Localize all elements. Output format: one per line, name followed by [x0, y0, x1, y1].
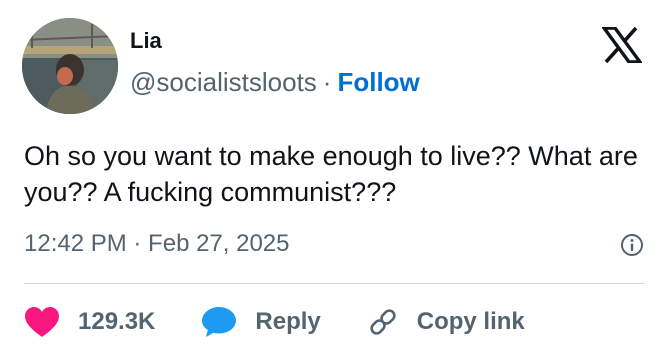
follow-button[interactable]: Follow	[337, 67, 419, 97]
copy-link-label: Copy link	[416, 308, 525, 335]
speech-bubble-icon	[202, 307, 237, 337]
tweet-meta: 12:42 PM · Feb 27, 2025	[24, 224, 644, 264]
like-button[interactable]: 129.3K	[24, 306, 155, 338]
link-icon	[370, 309, 396, 335]
tweet-actions: 129.3K Reply Copy link	[24, 299, 571, 345]
like-count: 129.3K	[78, 308, 156, 335]
divider	[24, 283, 644, 284]
display-name[interactable]: Lia	[130, 27, 420, 55]
user-info: Lia @socialistsloots · Follow	[130, 27, 420, 97]
handle-separator: ·	[322, 67, 332, 97]
avatar[interactable]	[22, 18, 118, 114]
reply-label: Reply	[255, 308, 321, 335]
tweet-header: Lia @socialistsloots · Follow	[22, 18, 420, 114]
avatar-image	[22, 18, 118, 114]
info-icon[interactable]	[620, 233, 644, 257]
username-handle[interactable]: @socialistsloots	[130, 67, 317, 97]
copy-link-button[interactable]: Copy link	[367, 306, 525, 338]
tweet-card: Lia @socialistsloots · Follow Oh so you wa…	[0, 0, 669, 360]
tweet-timestamp[interactable]: 12:42 PM · Feb 27, 2025	[24, 230, 290, 258]
reply-button[interactable]: Reply	[201, 306, 321, 338]
tweet-text: Oh so you want to make enough to live?? …	[24, 141, 638, 207]
heart-icon	[25, 307, 59, 337]
x-logo-icon[interactable]	[602, 27, 642, 63]
handle-row: @socialistsloots · Follow	[130, 67, 420, 97]
